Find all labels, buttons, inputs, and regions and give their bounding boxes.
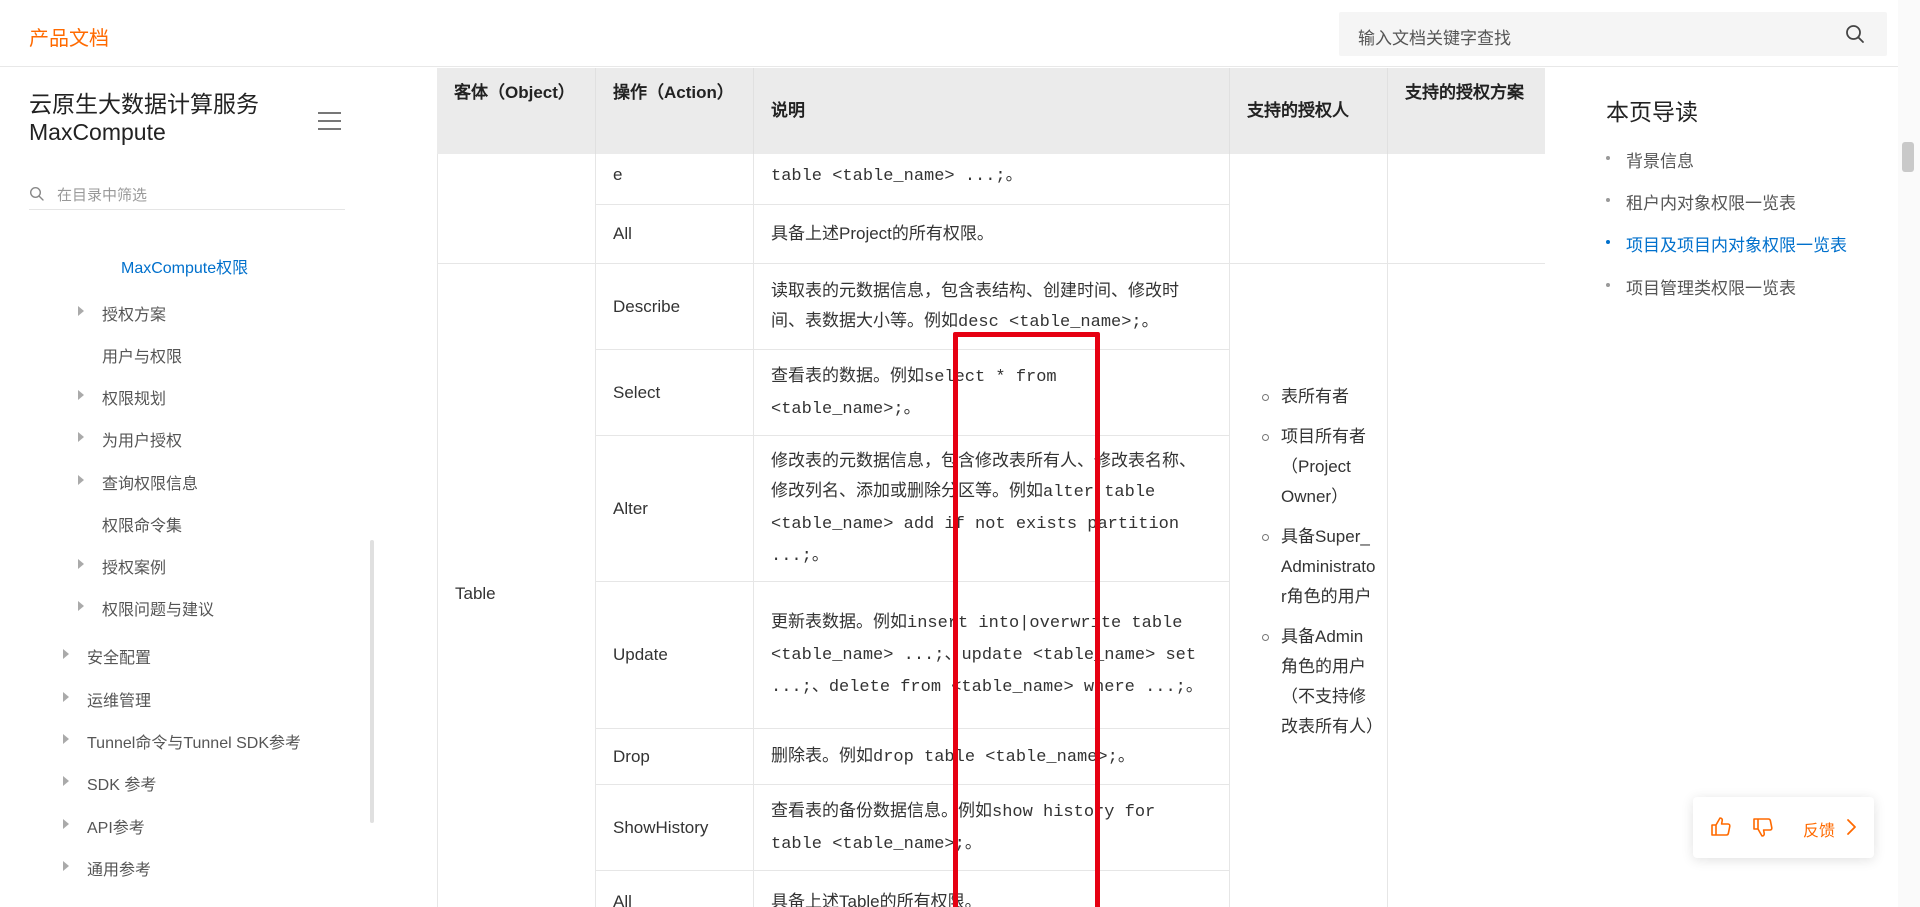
table-cell-desc: 具备上述Project的所有权限。 (754, 205, 1230, 264)
table-cell-grantee-project (1230, 154, 1388, 264)
chevron-right-icon[interactable] (1839, 815, 1863, 839)
sidebar-item-tunnel[interactable]: Tunnel命令与Tunnel SDK参考 (87, 729, 301, 753)
table-cell-action-select: Select (596, 350, 754, 436)
highlight-box (953, 332, 1100, 907)
table-cell-action-showhistory: ShowHistory (596, 785, 754, 871)
page-scrollbar[interactable] (1898, 0, 1920, 907)
expand-arrow-icon[interactable] (63, 819, 69, 829)
table-header-action: 操作（Action） (596, 68, 754, 154)
desc-text: 删除表。例如 (771, 745, 873, 765)
expand-arrow-icon[interactable] (63, 692, 69, 702)
table-cell-action-drop: Drop (596, 729, 754, 785)
toc-item-project-permissions[interactable]: 项目及项目内对象权限一览表 (1606, 231, 1847, 256)
table-cell-desc: table <table_name> ...;。 (754, 154, 1230, 205)
expand-arrow-icon[interactable] (78, 432, 84, 442)
sidebar-item-security-config[interactable]: 安全配置 (87, 644, 151, 668)
grantee-list: 表所有者 项目所有者（Project Owner） 具备Super_Admini… (1260, 382, 1383, 742)
desc-tail: 。 (1005, 165, 1023, 184)
search-icon (29, 186, 44, 201)
table-cell-object-project (437, 154, 596, 264)
expand-arrow-icon[interactable] (78, 306, 84, 316)
table-header-grantee: 支持的授权人 (1230, 68, 1388, 154)
sidebar-item-sdk[interactable]: SDK 参考 (87, 771, 156, 795)
list-item: 具备Super_Administrator角色的用户 (1260, 522, 1377, 612)
list-item: 具备Admin角色的用户（不支持修改表所有人） (1260, 622, 1383, 742)
list-item: 项目所有者（Project Owner） (1260, 422, 1377, 512)
sidebar-item-grant-users[interactable]: 为用户授权 (102, 427, 182, 451)
table-cell-action-describe: Describe (596, 264, 754, 350)
filter-placeholder: 在目录中筛选 (57, 187, 148, 204)
table-cell-action: e (596, 154, 754, 205)
sidebar-item-permission-faq[interactable]: 权限问题与建议 (102, 596, 214, 620)
sidebar-item-general-ref[interactable]: 通用参考 (87, 856, 151, 880)
table-cell-action: All (596, 205, 754, 264)
sidebar-item-auth-cases[interactable]: 授权案例 (102, 554, 166, 578)
page-toc: 本页导读 背景信息 租户内对象权限一览表 项目及项目内对象权限一览表 项目管理类… (1547, 68, 1887, 907)
table-cell-scheme-project (1388, 154, 1545, 264)
table-cell-grantees: 表所有者 项目所有者（Project Owner） 具备Super_Admini… (1230, 264, 1388, 907)
expand-arrow-icon[interactable] (63, 861, 69, 871)
sidebar-item-users-permissions[interactable]: 用户与权限 (102, 343, 182, 367)
table-cell-action-alter: Alter (596, 436, 754, 582)
code-snippet: desc <table_name>; (958, 312, 1142, 332)
desc-text: 查看表的数据。例如 (771, 365, 924, 385)
desc-tail: 。 (811, 544, 829, 564)
desc-text: 更新表数据。例如 (771, 612, 907, 631)
sidebar-item-query-permissions[interactable]: 查询权限信息 (102, 470, 198, 494)
sidebar-scrollbar[interactable] (370, 540, 374, 823)
thumbs-down-icon[interactable] (1751, 815, 1775, 839)
brand-link[interactable]: 产品文档 (29, 22, 109, 51)
toc-title: 本页导读 (1606, 99, 1698, 125)
sidebar-item-ops[interactable]: 运维管理 (87, 687, 151, 711)
sidebar: 云原生大数据计算服务 MaxCompute 在目录中筛选 MaxCompute权… (0, 68, 374, 907)
sidebar-title: 云原生大数据计算服务 MaxCompute (29, 90, 259, 146)
sidebar-title-line1: 云原生大数据计算服务 (29, 91, 259, 117)
scrollbar-thumb[interactable] (1902, 142, 1914, 172)
expand-arrow-icon[interactable] (78, 559, 84, 569)
search-placeholder: 输入文档关键字查找 (1358, 29, 1511, 48)
sidebar-item-maxcompute-permissions[interactable]: MaxCompute权限 (121, 254, 248, 278)
sidebar-item-permission-planning[interactable]: 权限规划 (102, 385, 166, 409)
top-bar: 产品文档 输入文档关键字查找 (0, 0, 1920, 67)
table-cell-object-table: Table (437, 264, 596, 907)
table-header-desc: 说明 (754, 68, 1230, 154)
table-header-scheme: 支持的授权方案 (1388, 68, 1545, 154)
sidebar-item-api[interactable]: API参考 (87, 814, 145, 838)
toc-item-project-admin-permissions[interactable]: 项目管理类权限一览表 (1606, 274, 1796, 299)
feedback-widget: 反馈 (1693, 797, 1874, 858)
sidebar-item-auth-scheme[interactable]: 授权方案 (102, 301, 166, 325)
main-content: e table <table_name> ...;。 All 具备上述Proje… (375, 68, 1545, 907)
desc-tail: 。 (1117, 745, 1135, 765)
sidebar-title-line2: MaxCompute (29, 119, 166, 145)
table-cell-action-all: All (596, 871, 754, 907)
thumbs-up-icon[interactable] (1709, 815, 1733, 839)
desc-tail: 。 (903, 397, 921, 417)
sidebar-filter-input[interactable]: 在目录中筛选 (29, 180, 345, 210)
list-item: 表所有者 (1260, 382, 1377, 412)
desc-tail: 。 (1185, 676, 1203, 695)
sidebar-item-permission-commands[interactable]: 权限命令集 (102, 512, 182, 536)
doc-search-input[interactable]: 输入文档关键字查找 (1339, 12, 1887, 56)
table-header-object: 客体（Object） (437, 68, 596, 154)
expand-arrow-icon[interactable] (63, 649, 69, 659)
desc-tail: 。 (1141, 310, 1159, 330)
expand-arrow-icon[interactable] (63, 734, 69, 744)
expand-arrow-icon[interactable] (63, 776, 69, 786)
toc-item-background[interactable]: 背景信息 (1606, 147, 1694, 172)
menu-icon[interactable] (318, 112, 341, 131)
search-icon[interactable] (1845, 24, 1865, 44)
expand-arrow-icon[interactable] (78, 390, 84, 400)
toc-item-tenant-permissions[interactable]: 租户内对象权限一览表 (1606, 189, 1796, 214)
expand-arrow-icon[interactable] (78, 601, 84, 611)
desc-separator: 、 (811, 676, 829, 695)
feedback-button[interactable]: 反馈 (1803, 817, 1835, 841)
table-cell-action-update: Update (596, 582, 754, 729)
table-cell-scheme-table (1388, 264, 1545, 907)
expand-arrow-icon[interactable] (78, 475, 84, 485)
code-snippet: table <table_name> ...; (771, 167, 1006, 186)
